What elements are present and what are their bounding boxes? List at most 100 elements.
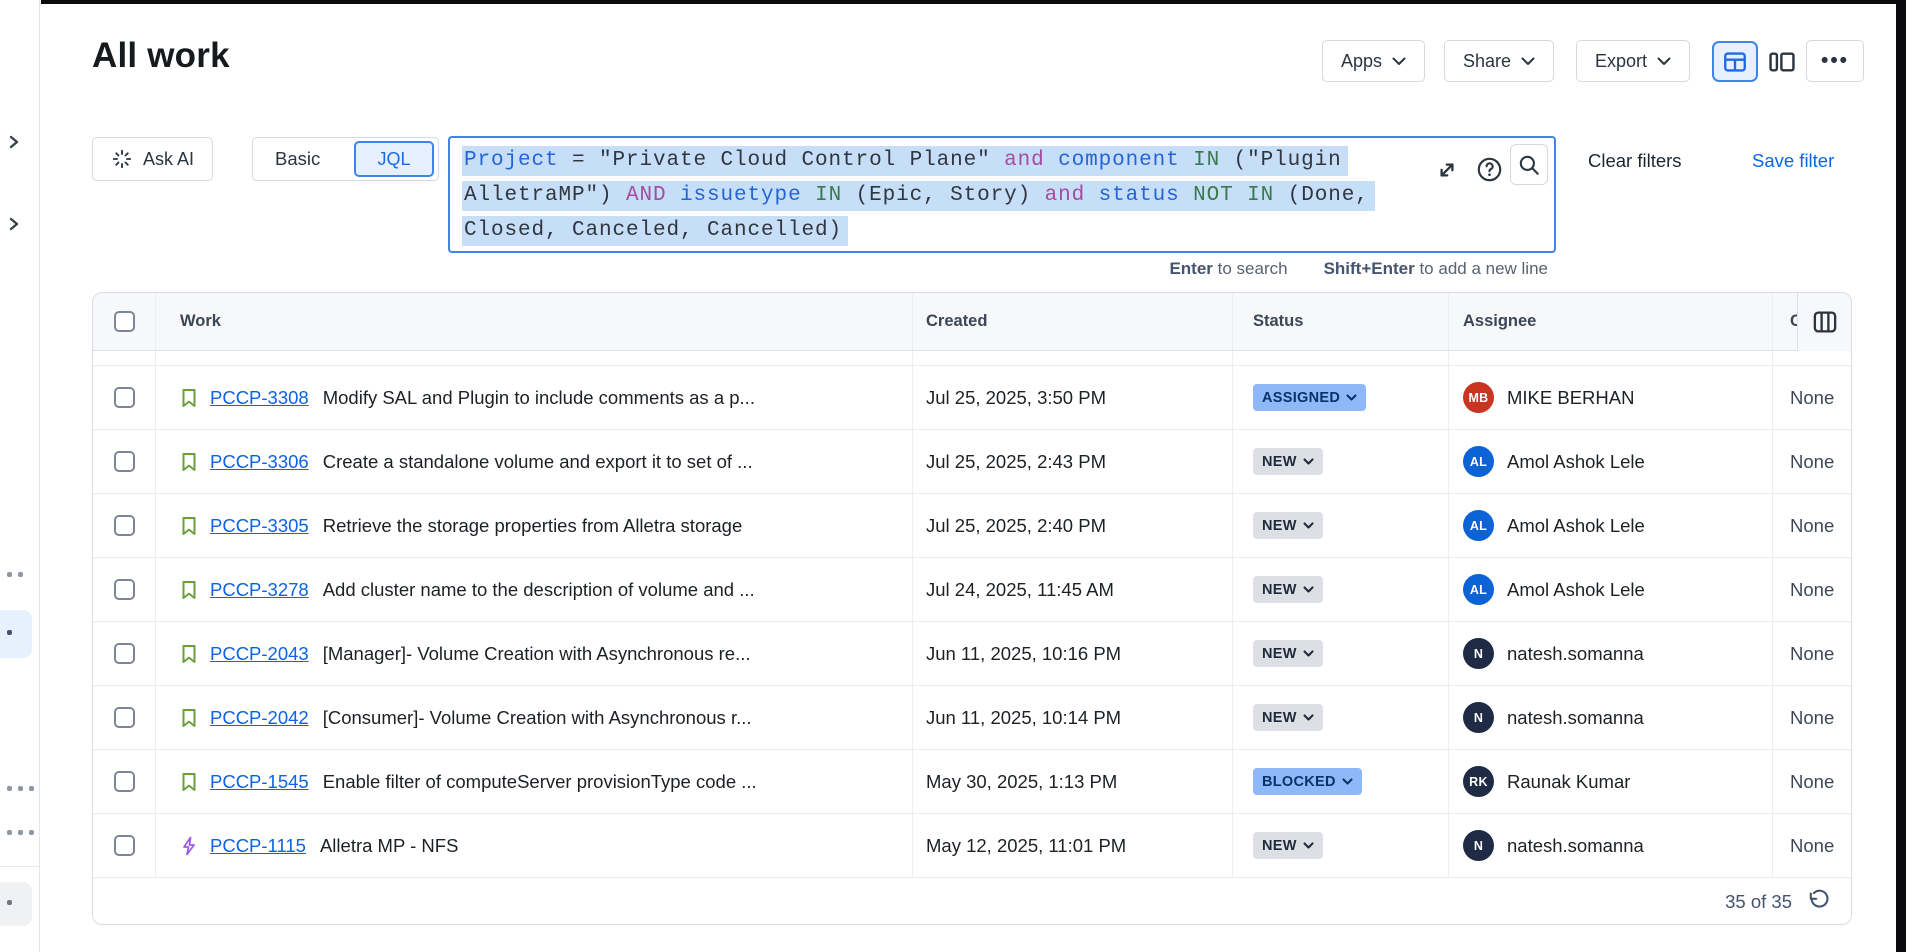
- row-checkbox[interactable]: [114, 579, 135, 600]
- created-date: Jul 25, 2025, 3:50 PM: [926, 387, 1106, 409]
- export-button[interactable]: Export: [1576, 40, 1690, 82]
- sidebar-item-active[interactable]: [0, 610, 32, 658]
- ask-ai-button[interactable]: Ask AI: [92, 137, 213, 181]
- help-icon[interactable]: [1476, 156, 1503, 183]
- table-row: PCCP-2043 [Manager]- Volume Creation wit…: [93, 622, 1851, 686]
- refresh-button[interactable]: [1806, 889, 1831, 914]
- status-badge[interactable]: ASSIGNED: [1253, 384, 1366, 411]
- status-badge[interactable]: NEW: [1253, 448, 1323, 475]
- column-header-work[interactable]: Work: [156, 293, 913, 350]
- issue-key-link[interactable]: PCCP-1115: [210, 835, 306, 857]
- avatar[interactable]: N: [1463, 638, 1494, 669]
- clear-filters-button[interactable]: Clear filters: [1588, 150, 1682, 172]
- issue-key-link[interactable]: PCCP-3305: [210, 515, 309, 537]
- partially-scrolled-row: [93, 351, 1851, 366]
- avatar[interactable]: MB: [1463, 382, 1494, 413]
- table-row: PCCP-3308 Modify SAL and Plugin to inclu…: [93, 366, 1851, 430]
- chevron-down-icon: [1392, 57, 1406, 66]
- status-badge[interactable]: NEW: [1253, 512, 1323, 539]
- table-row: PCCP-3278 Add cluster name to the descri…: [93, 558, 1851, 622]
- issue-key-link[interactable]: PCCP-3306: [210, 451, 309, 473]
- sidebar-item-dots-4: [7, 900, 12, 905]
- extra-column-value: None: [1790, 451, 1834, 473]
- issue-summary[interactable]: Add cluster name to the description of v…: [323, 579, 755, 601]
- jql-query-input[interactable]: Project = "Private Cloud Control Plane" …: [448, 136, 1556, 253]
- extra-column-value: None: [1790, 707, 1834, 729]
- issue-summary[interactable]: [Consumer]- Volume Creation with Asynchr…: [323, 707, 752, 729]
- assignee-name: natesh.somanna: [1507, 643, 1644, 665]
- issue-summary[interactable]: Modify SAL and Plugin to include comment…: [323, 387, 755, 409]
- search-hint: Enter to searchShift+Enter to add a new …: [448, 259, 1548, 279]
- column-settings-icon: [1812, 309, 1838, 335]
- status-label: BLOCKED: [1262, 774, 1336, 790]
- issue-summary[interactable]: Create a standalone volume and export it…: [323, 451, 753, 473]
- search-icon: [1517, 153, 1541, 177]
- column-header-created[interactable]: Created: [913, 293, 1233, 350]
- created-date: Jun 11, 2025, 10:14 PM: [926, 707, 1121, 729]
- expand-editor-icon[interactable]: [1435, 158, 1459, 182]
- issue-key-link[interactable]: PCCP-1545: [210, 771, 309, 793]
- row-checkbox[interactable]: [114, 387, 135, 408]
- sidebar-active-dots: [7, 630, 12, 635]
- row-checkbox[interactable]: [114, 707, 135, 728]
- avatar[interactable]: AL: [1463, 574, 1494, 605]
- row-checkbox[interactable]: [114, 643, 135, 664]
- share-button[interactable]: Share: [1444, 40, 1554, 82]
- sidebar-item-dots-3[interactable]: [7, 830, 34, 835]
- story-icon: [179, 579, 201, 601]
- detail-view-toggle[interactable]: [1764, 46, 1800, 78]
- row-checkbox[interactable]: [114, 451, 135, 472]
- mode-jql-tab[interactable]: JQL: [354, 141, 434, 177]
- issue-summary[interactable]: Alletra MP - NFS: [320, 835, 458, 857]
- table-row: PCCP-2042 [Consumer]- Volume Creation wi…: [93, 686, 1851, 750]
- apps-button[interactable]: Apps: [1322, 40, 1425, 82]
- created-date: Jul 25, 2025, 2:40 PM: [926, 515, 1106, 537]
- status-label: NEW: [1262, 838, 1297, 854]
- status-badge[interactable]: NEW: [1253, 832, 1323, 859]
- issue-summary[interactable]: Enable filter of computeServer provision…: [323, 771, 757, 793]
- status-badge[interactable]: NEW: [1253, 640, 1323, 667]
- created-date: May 12, 2025, 11:01 PM: [926, 835, 1126, 857]
- avatar[interactable]: AL: [1463, 510, 1494, 541]
- sidebar-item-dots-2[interactable]: [7, 786, 34, 791]
- query-mode-toggle: Basic JQL: [252, 137, 439, 181]
- extra-column-value: None: [1790, 835, 1834, 857]
- assignee-name: Raunak Kumar: [1507, 771, 1630, 793]
- row-checkbox[interactable]: [114, 835, 135, 856]
- status-label: NEW: [1262, 454, 1297, 470]
- created-date: Jul 25, 2025, 2:43 PM: [926, 451, 1106, 473]
- save-filter-button[interactable]: Save filter: [1752, 150, 1834, 172]
- sidebar-item-dots[interactable]: [7, 572, 23, 577]
- status-badge[interactable]: BLOCKED: [1253, 768, 1362, 795]
- mode-basic-tab[interactable]: Basic: [253, 148, 320, 170]
- status-label: NEW: [1262, 582, 1297, 598]
- issue-key-link[interactable]: PCCP-2042: [210, 707, 309, 729]
- column-header-status[interactable]: Status: [1233, 293, 1449, 350]
- status-badge[interactable]: NEW: [1253, 576, 1323, 603]
- issue-summary[interactable]: Retrieve the storage properties from All…: [323, 515, 743, 537]
- table-view-toggle[interactable]: [1712, 41, 1758, 82]
- sidebar-expand-icon[interactable]: [7, 134, 21, 150]
- issue-key-link[interactable]: PCCP-2043: [210, 643, 309, 665]
- table-row: PCCP-3306 Create a standalone volume and…: [93, 430, 1851, 494]
- row-checkbox[interactable]: [114, 771, 135, 792]
- chevron-down-icon: [1303, 650, 1314, 658]
- issue-key-link[interactable]: PCCP-3308: [210, 387, 309, 409]
- column-header-assignee[interactable]: Assignee: [1449, 293, 1773, 350]
- issue-summary[interactable]: [Manager]- Volume Creation with Asynchro…: [323, 643, 751, 665]
- column-settings-button[interactable]: [1797, 293, 1851, 351]
- row-checkbox[interactable]: [114, 515, 135, 536]
- hint-shift-enter: Shift+Enter: [1324, 259, 1415, 278]
- select-all-checkbox[interactable]: [114, 311, 135, 332]
- sidebar-item-hover[interactable]: [0, 882, 32, 926]
- sidebar-expand-icon-2[interactable]: [7, 216, 21, 232]
- avatar[interactable]: N: [1463, 830, 1494, 861]
- sparkle-icon: [111, 148, 133, 170]
- status-badge[interactable]: NEW: [1253, 704, 1323, 731]
- issue-key-link[interactable]: PCCP-3278: [210, 579, 309, 601]
- more-actions-button[interactable]: •••: [1806, 40, 1864, 82]
- avatar[interactable]: AL: [1463, 446, 1494, 477]
- avatar[interactable]: N: [1463, 702, 1494, 733]
- avatar[interactable]: RK: [1463, 766, 1494, 797]
- search-submit-button[interactable]: [1510, 144, 1548, 185]
